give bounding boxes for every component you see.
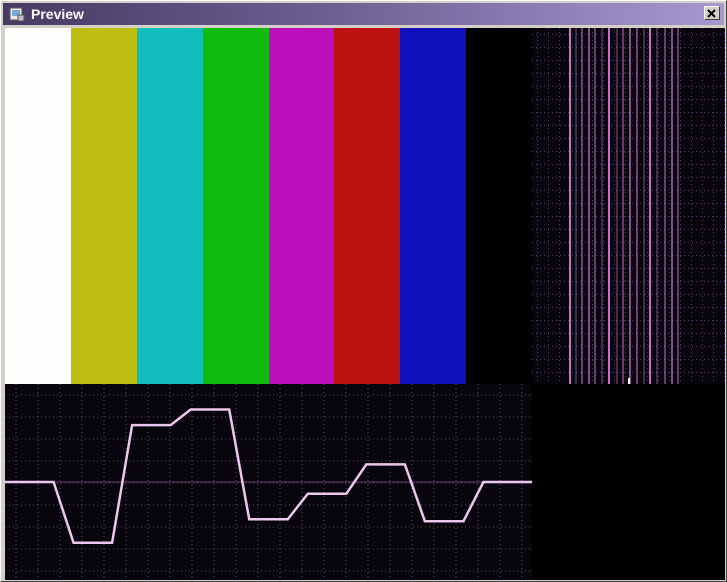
close-button[interactable]	[704, 6, 720, 20]
window-title: Preview	[31, 6, 84, 22]
waveform-trace	[5, 408, 532, 545]
close-icon	[707, 9, 716, 18]
preview-canvas	[5, 28, 725, 580]
color-bar	[334, 28, 402, 384]
preview-app-icon	[9, 6, 25, 22]
graticule	[532, 28, 725, 384]
color-bar	[400, 28, 468, 384]
preview-window: Preview	[0, 0, 727, 582]
color-bar	[70, 28, 138, 384]
color-bar	[5, 28, 72, 384]
color-bar	[202, 28, 270, 384]
vectorscope-panel	[532, 28, 725, 384]
vectorscope-display	[532, 28, 725, 384]
empty-panel	[532, 384, 725, 580]
color-bars	[5, 28, 533, 384]
color-bar	[268, 28, 336, 384]
waveform-panel	[5, 384, 532, 580]
color-bar	[466, 28, 533, 384]
waveform-display	[5, 384, 532, 580]
title-bar[interactable]: Preview	[3, 3, 724, 25]
color-bar	[136, 28, 204, 384]
